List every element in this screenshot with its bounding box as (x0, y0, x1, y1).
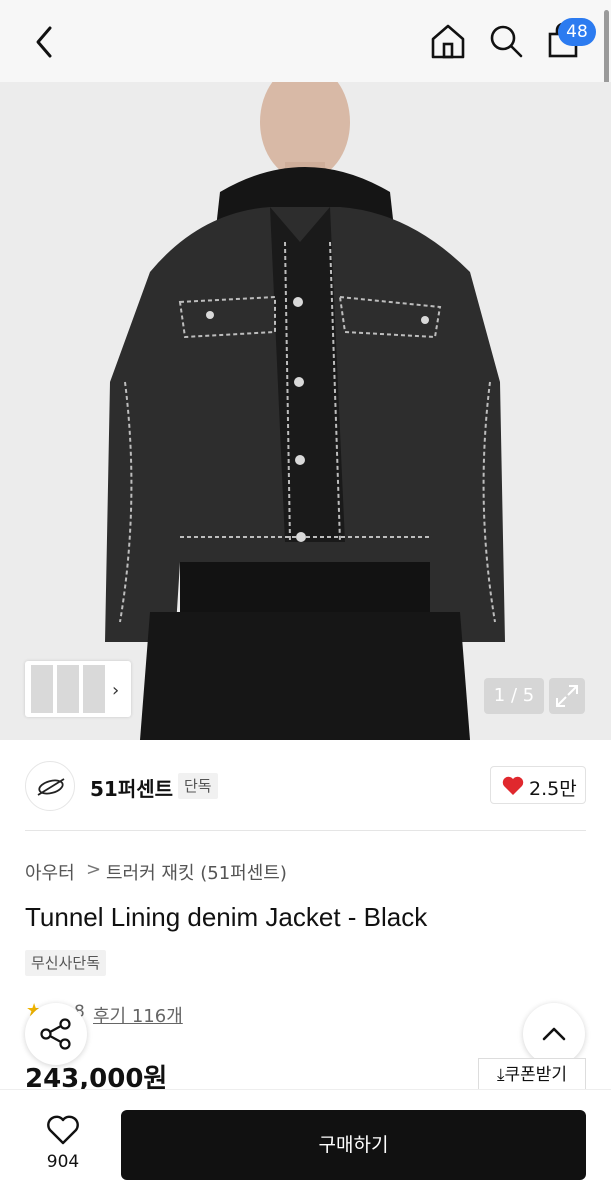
search-button[interactable] (486, 20, 526, 62)
expand-button[interactable] (549, 678, 585, 714)
breadcrumb-subcategory[interactable]: 트러커 재킷 (51퍼센트) (106, 859, 287, 885)
coupon-label: 쿠폰받기 (504, 1065, 568, 1085)
chevron-right-icon[interactable]: › (112, 680, 119, 701)
search-icon (490, 25, 523, 58)
cart-count-badge: 48 (558, 18, 596, 46)
review-link[interactable]: 후기 116개 (93, 1002, 183, 1028)
share-icon (40, 1018, 71, 1050)
top-app-bar: 48 (0, 0, 611, 84)
scrollbar[interactable] (604, 10, 609, 84)
wishlist-count: 904 (46, 1152, 80, 1172)
brand-name-link[interactable]: 51퍼센트 (90, 773, 173, 802)
chevron-up-icon (542, 1027, 566, 1041)
exclusive-badge: 단독 (178, 773, 218, 799)
home-button[interactable] (428, 20, 468, 62)
scroll-to-top-button[interactable] (523, 1003, 585, 1065)
brand-logo-mark (37, 778, 65, 796)
home-icon (431, 24, 465, 59)
breadcrumb-separator: > (86, 859, 102, 880)
brand-logo[interactable] (25, 761, 75, 811)
brand-like-button[interactable]: 2.5만 (490, 766, 586, 804)
expand-icon (556, 685, 578, 707)
thumbnail-image[interactable] (31, 665, 53, 713)
thumbnail-image[interactable] (83, 665, 105, 713)
product-image[interactable] (0, 82, 611, 740)
thumbnail-image[interactable] (57, 665, 79, 713)
product-title: Tunnel Lining denim Jacket - Black (25, 902, 428, 932)
brand-like-count: 2.5만 (529, 778, 577, 800)
back-button[interactable] (28, 22, 64, 62)
musinsa-exclusive-tag: 무신사단독 (25, 950, 107, 976)
divider (25, 830, 586, 831)
chevron-left-icon (36, 26, 52, 58)
breadcrumb-category[interactable]: 아우터 (25, 859, 75, 885)
product-page: 48 › 1 / 5 51퍼센트 단독 2.5만 아우터 > 트러커 재킷 (5… (0, 0, 611, 1200)
heart-outline-icon[interactable] (46, 1114, 80, 1146)
share-button[interactable] (25, 1003, 87, 1065)
image-counter: 1 / 5 (484, 678, 544, 714)
coupon-button[interactable]: ⤓쿠폰받기 (478, 1058, 586, 1092)
model-photo (0, 82, 611, 740)
buy-button[interactable]: 구매하기 (121, 1110, 586, 1180)
heart-filled-icon (502, 776, 524, 795)
